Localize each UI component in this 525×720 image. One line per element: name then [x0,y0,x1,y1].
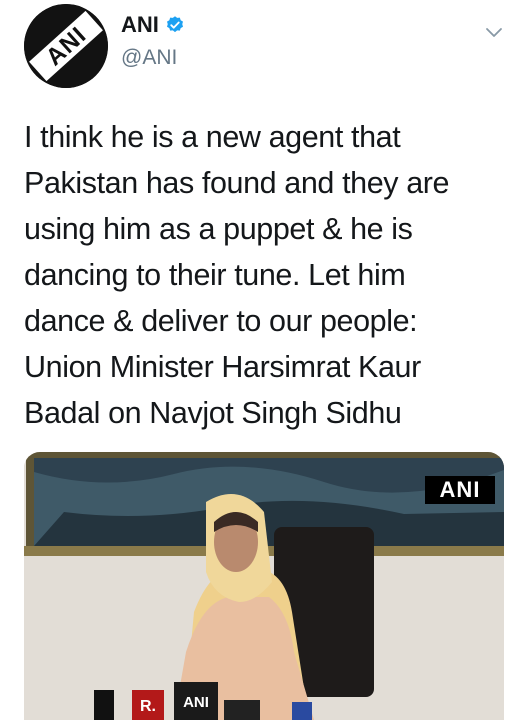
account-name[interactable]: ANI [121,12,159,38]
verified-badge-icon [166,16,183,33]
tweet-line: using him as a puppet & he is [24,212,413,246]
tweet-line: I think he is a new agent that [24,120,401,154]
mic-label: R. [140,698,156,715]
tweet-line: Union Minister Harsimrat Kaur [24,350,421,384]
name-row: ANI [121,12,185,38]
tweet-line: Badal on Navjot Singh Sidhu [24,396,402,430]
tweet-media-image[interactable]: R. ANI ANI [24,452,504,720]
ani-watermark: ANI [425,476,495,504]
tweet-line: Pakistan has found and they are [24,166,450,200]
mic-label: ANI [183,694,209,711]
avatar[interactable]: ANI [24,4,108,88]
tweet-text: I think he is a new agent that Pakistan … [24,114,514,436]
tweet-line: dancing to their tune. Let him [24,258,406,292]
tweet-header: ANI ANI @ANI [0,0,525,90]
account-handle[interactable]: @ANI [121,46,177,70]
chevron-down-icon[interactable] [484,22,504,42]
tweet-line: dance & deliver to our people: [24,304,418,338]
